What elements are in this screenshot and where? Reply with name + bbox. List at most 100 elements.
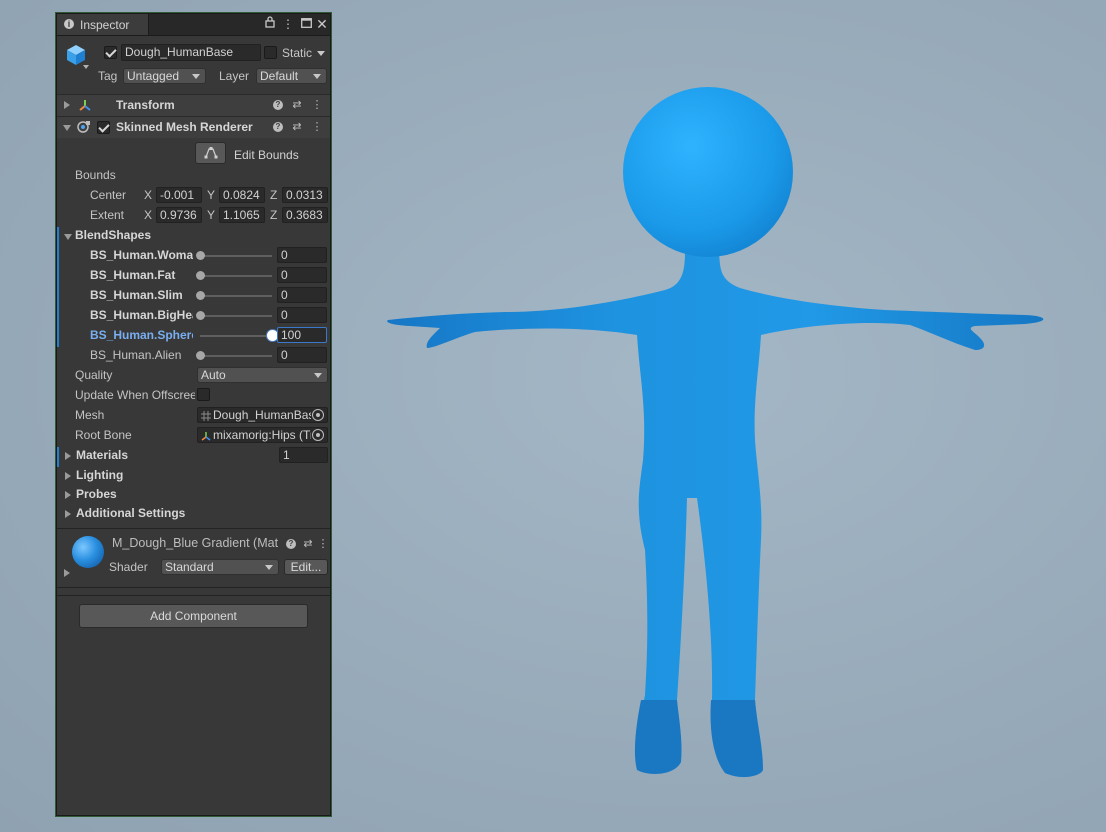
extent-x-label: X xyxy=(144,208,153,222)
blendshape-value-field[interactable]: 0 xyxy=(277,287,327,303)
mesh-label: Mesh xyxy=(75,408,105,422)
blendshape-name: BS_Human.BigHead xyxy=(90,308,193,322)
kebab-menu-icon[interactable]: ⋮ xyxy=(281,16,295,32)
blendshape-value-field[interactable]: 0 xyxy=(277,267,327,283)
blendshape-slider-track[interactable] xyxy=(200,315,272,317)
shader-dropdown[interactable]: Standard xyxy=(161,559,279,575)
center-z-field[interactable]: 0.0313 xyxy=(282,187,328,203)
divider xyxy=(57,587,330,588)
extent-y-field[interactable]: 1.1065 xyxy=(219,207,265,223)
blendshape-slider-knob[interactable] xyxy=(195,271,205,280)
update-offscreen-label: Update When Offscreen xyxy=(75,388,195,402)
active-checkbox[interactable] xyxy=(104,46,117,59)
override-indicator xyxy=(57,247,59,267)
update-offscreen-checkbox[interactable] xyxy=(197,388,210,401)
materials-size-field[interactable]: 1 xyxy=(279,447,328,463)
quality-label: Quality xyxy=(75,368,113,382)
component-menu-icon[interactable]: ⋮ xyxy=(311,120,323,134)
override-indicator xyxy=(57,287,59,307)
material-expand-icon[interactable] xyxy=(64,569,70,577)
probes-foldout[interactable]: Probes xyxy=(76,487,117,501)
override-indicator xyxy=(57,307,59,327)
blendshape-slider-track[interactable] xyxy=(200,335,272,337)
blendshape-value-field[interactable]: 0 xyxy=(277,307,327,323)
static-chevron-icon[interactable] xyxy=(317,51,325,56)
close-icon[interactable]: ✕ xyxy=(315,16,329,32)
presets-icon[interactable]: ⇄ xyxy=(291,120,303,134)
tag-dropdown[interactable]: Untagged xyxy=(123,68,206,84)
extent-label: Extent xyxy=(90,208,125,222)
component-menu-icon[interactable]: ⋮ xyxy=(317,537,329,551)
help-icon[interactable]: ? xyxy=(273,100,283,110)
lighting-expand-icon[interactable] xyxy=(65,472,71,480)
edit-bounds-label: Edit Bounds xyxy=(234,148,299,162)
presets-icon[interactable]: ⇄ xyxy=(302,537,314,551)
blendshape-slider-knob[interactable] xyxy=(195,291,205,300)
transform-title: Transform xyxy=(116,98,175,112)
mesh-object-field[interactable]: Dough_HumanBase xyxy=(197,407,328,423)
blendshape-slider-track[interactable] xyxy=(200,295,272,297)
blendshape-value-field[interactable]: 0 xyxy=(277,347,327,363)
icon-dropdown-icon[interactable] xyxy=(83,65,89,69)
layer-dropdown[interactable]: Default xyxy=(256,68,327,84)
additional-settings-expand-icon[interactable] xyxy=(65,510,71,518)
edit-bounds-button[interactable] xyxy=(195,142,226,164)
blendshape-slider-knob[interactable] xyxy=(195,351,205,360)
blendshapes-collapse-icon[interactable] xyxy=(64,234,72,240)
root-bone-object-field[interactable]: mixamorig:Hips (Transform) xyxy=(197,427,328,443)
presets-icon[interactable]: ⇄ xyxy=(291,98,303,112)
transform-header[interactable]: Transform ? ⇄ ⋮ xyxy=(57,94,330,116)
divider xyxy=(57,595,330,596)
collapse-icon[interactable] xyxy=(63,125,71,131)
help-icon[interactable]: ? xyxy=(273,122,283,132)
transform-icon xyxy=(78,98,92,115)
materials-expand-icon[interactable] xyxy=(65,452,71,460)
root-bone-value: mixamorig:Hips (Transform) xyxy=(213,428,311,442)
help-icon[interactable]: ? xyxy=(286,539,296,549)
blendshapes-label[interactable]: BlendShapes xyxy=(75,228,151,242)
renderer-enabled-checkbox[interactable] xyxy=(97,121,110,134)
skinned-mesh-renderer-header[interactable]: Skinned Mesh Renderer ? ⇄ ⋮ xyxy=(57,116,330,138)
shader-edit-button[interactable]: Edit... xyxy=(284,559,328,575)
layer-label: Layer xyxy=(219,69,250,83)
blendshape-slider-knob[interactable] xyxy=(195,251,205,260)
tab-inspector[interactable]: i Inspector xyxy=(57,14,149,35)
blendshape-name: BS_Human.Alien xyxy=(90,348,182,362)
add-component-button[interactable]: Add Component xyxy=(79,604,308,628)
blendshape-value-field[interactable]: 0 xyxy=(277,247,327,263)
expand-icon[interactable] xyxy=(64,101,70,109)
additional-settings-foldout[interactable]: Additional Settings xyxy=(76,506,185,520)
root-bone-label: Root Bone xyxy=(75,428,132,442)
component-menu-icon[interactable]: ⋮ xyxy=(311,98,323,112)
maximize-icon[interactable] xyxy=(299,16,313,32)
static-checkbox[interactable] xyxy=(264,46,277,59)
center-x-field[interactable]: -0.001 xyxy=(156,187,202,203)
tab-inspector-label: Inspector xyxy=(80,18,130,32)
override-indicator xyxy=(57,327,59,347)
character-figure xyxy=(387,87,1044,778)
figure-body xyxy=(387,250,1044,778)
blendshape-name: BS_Human.Slim xyxy=(90,288,183,302)
figure-head xyxy=(623,87,793,257)
lock-icon[interactable] xyxy=(263,16,277,32)
materials-foldout[interactable]: Materials xyxy=(76,448,128,462)
object-name-input[interactable]: Dough_HumanBase xyxy=(121,44,261,61)
object-picker-icon[interactable] xyxy=(312,429,324,441)
material-preview-icon xyxy=(72,536,104,568)
blendshape-value-field[interactable]: 100 xyxy=(277,327,327,343)
quality-dropdown[interactable]: Auto xyxy=(197,367,328,383)
blendshape-slider-knob[interactable] xyxy=(266,330,278,341)
blendshape-slider-track[interactable] xyxy=(200,255,272,257)
lighting-foldout[interactable]: Lighting xyxy=(76,468,123,482)
probes-expand-icon[interactable] xyxy=(65,491,71,499)
blendshape-slider-track[interactable] xyxy=(200,275,272,277)
static-dropdown[interactable]: Static xyxy=(282,46,312,60)
figure-feet xyxy=(634,700,763,777)
center-x-label: X xyxy=(144,188,153,202)
object-picker-icon[interactable] xyxy=(312,409,324,421)
extent-z-field[interactable]: 0.3683 xyxy=(282,207,328,223)
blendshape-slider-track[interactable] xyxy=(200,355,272,357)
extent-x-field[interactable]: 0.9736 xyxy=(156,207,202,223)
center-y-field[interactable]: 0.0824 xyxy=(219,187,265,203)
blendshape-slider-knob[interactable] xyxy=(195,311,205,320)
